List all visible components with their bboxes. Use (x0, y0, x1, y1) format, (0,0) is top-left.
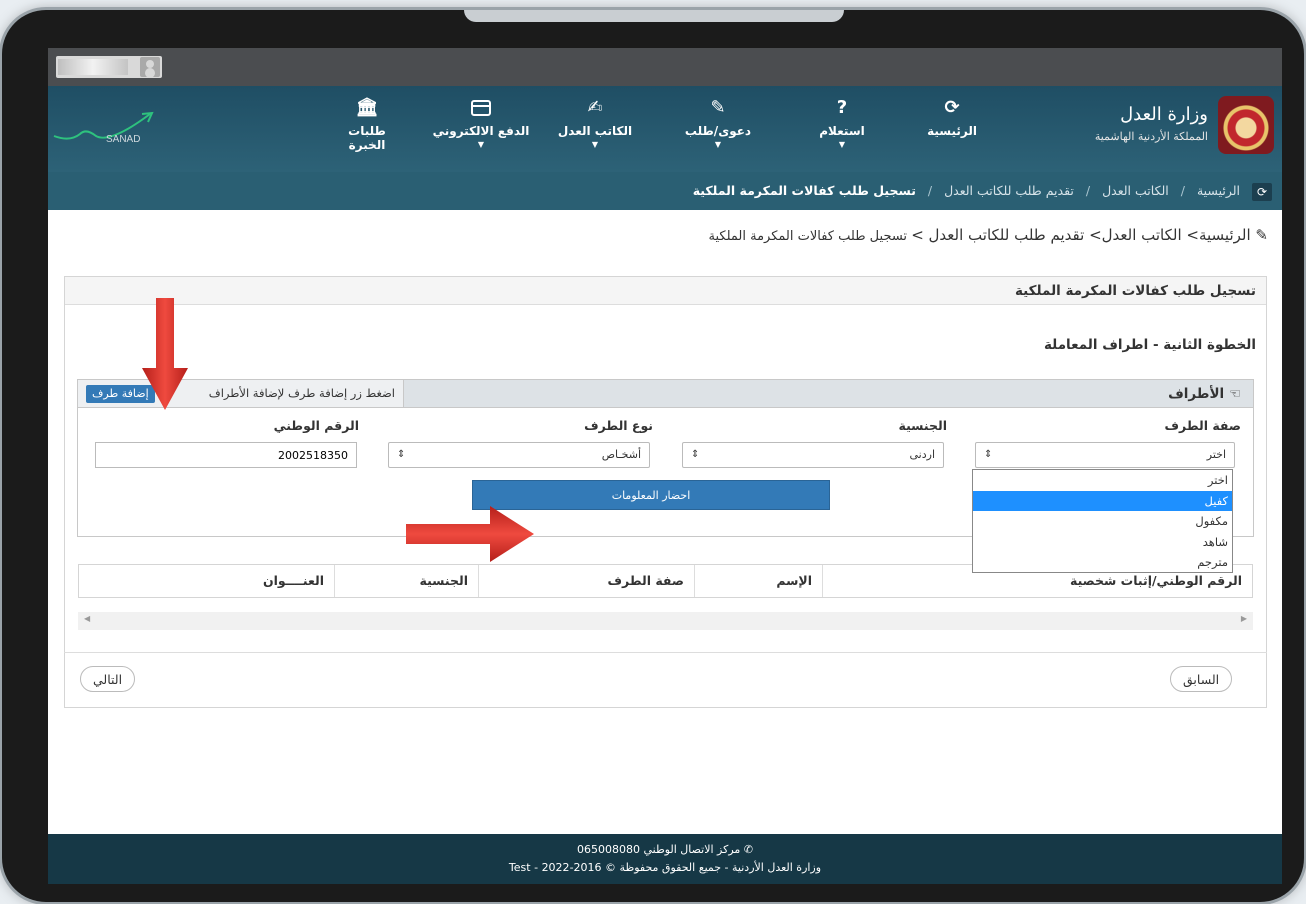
sanad-logo-icon (53, 111, 154, 140)
nav-item-home[interactable]: ⟳ الرئيسية (914, 96, 990, 162)
phone-icon: ✆ (740, 843, 754, 856)
national-id-label: الرقم الوطني (273, 418, 359, 433)
sort-arrows-icon: ⇕ (691, 449, 700, 460)
national-id-input[interactable] (95, 442, 357, 468)
browser-screen: SANAD 🏛 طلبات الخبرة الدفع الالكتروني ▼ … (48, 48, 1282, 884)
step-title: الخطوة الثانية - اطراف المعاملة (1044, 337, 1256, 353)
nav-label: الكاتب العدل (557, 124, 633, 138)
copyright-line: وزارة العدل الأردنية - جميع الحقوق محفوظ… (508, 861, 822, 874)
pencil-icon: ✎ (710, 97, 726, 118)
nav-label: الدفع الالكتروني (432, 124, 530, 138)
nav-label: استعلام (819, 124, 865, 138)
breadcrumb-item[interactable]: تقديم طلب للكاتب العدل (944, 183, 1074, 198)
role-option[interactable]: مترجم (973, 552, 1232, 573)
sanad-logo[interactable]: SANAD (50, 106, 160, 154)
main-nav: SANAD 🏛 طلبات الخبرة الدفع الالكتروني ▼ … (48, 86, 1282, 172)
add-party-hint: اضغط زر إضافة طرف لإضافة الأطراف إضافة ط… (78, 380, 404, 407)
role-select[interactable]: اختر ⇕ (975, 442, 1235, 468)
divider (64, 652, 1267, 653)
hand-pointer-icon: ☜ (1224, 386, 1241, 402)
parties-title: ☜ الأطراف (1168, 386, 1241, 402)
nav-label: الرئيسية (927, 124, 977, 138)
refresh-icon: ⟳ (944, 97, 960, 118)
role-option[interactable]: شاهد (973, 532, 1232, 553)
breadcrumb: ⟳ الرئيسية / الكاتب العدل / تقديم طلب لل… (48, 172, 1282, 210)
nav-item-notary[interactable]: ✍ الكاتب العدل ▼ (552, 96, 638, 162)
blurred-username (58, 59, 128, 75)
sanad-brand-text: SANAD (106, 134, 141, 145)
red-arrow-right-annotation (406, 506, 534, 562)
nav-item-inquiry[interactable]: ? استعلام ▼ (804, 96, 880, 162)
panel-title: تسجيل طلب كفالات المكرمة الملكية (65, 277, 1266, 305)
sort-arrows-icon: ⇕ (397, 449, 406, 460)
refresh-icon[interactable]: ⟳ (1252, 182, 1272, 201)
page-path: ✎ الرئيسية> الكاتب العدل> تقديم طلب للكا… (708, 226, 1268, 244)
chevron-down-icon: ▼ (591, 140, 599, 149)
role-option-highlighted[interactable]: كفيل (973, 490, 1232, 512)
role-option[interactable]: مكفول (973, 511, 1232, 532)
scroll-right-icon[interactable]: ▶ (1241, 614, 1247, 623)
user-account-box[interactable] (56, 56, 162, 78)
column-header[interactable]: العنــــوان (78, 565, 334, 597)
red-arrow-down-annotation (142, 298, 188, 410)
contact-line: ✆ مركز الاتصال الوطني 065008080 (576, 843, 754, 856)
credit-card-icon (426, 96, 536, 120)
chevron-down-icon: ▼ (838, 140, 846, 149)
crest-icon (1218, 96, 1274, 154)
edit-icon: ✎ (1250, 226, 1268, 244)
nav-item-epayment[interactable]: الدفع الالكتروني ▼ (426, 96, 536, 162)
parties-header: ☜ الأطراف اضغط زر إضافة طرف لإضافة الأطر… (78, 380, 1253, 408)
nav-item-expertise[interactable]: 🏛 طلبات الخبرة (330, 96, 404, 162)
role-dropdown-list: اختر كفيل مكفول شاهد مترجم (972, 469, 1233, 573)
ministry-logo[interactable]: وزارة العدل المملكة الأردنية الهاشمية (1078, 96, 1274, 158)
horizontal-scrollbar[interactable]: ◀ ▶ (78, 612, 1253, 630)
edit-icon: ✍ (587, 97, 603, 118)
party-type-select[interactable]: أشخـاص ⇕ (388, 442, 650, 468)
nav-item-lawsuit[interactable]: ✎ دعوى/طلب ▼ (678, 96, 758, 162)
scroll-left-icon[interactable]: ◀ (84, 614, 90, 623)
chevron-down-icon: ▼ (714, 140, 722, 149)
footer: ✆ مركز الاتصال الوطني 065008080 وزارة ال… (48, 834, 1282, 884)
column-header[interactable]: الإسم (694, 565, 822, 597)
nationality-label: الجنسية (898, 418, 948, 433)
nationality-select[interactable]: اردنى ⇕ (682, 442, 944, 468)
previous-button[interactable]: السابق (1170, 666, 1233, 692)
sort-arrows-icon: ⇕ (984, 449, 993, 460)
chevron-down-icon: ▼ (477, 140, 485, 149)
avatar (140, 57, 160, 77)
user-bar (48, 48, 1282, 86)
nav-label: طلبات الخبرة (348, 124, 386, 152)
device-notch (464, 10, 844, 22)
role-label: صفة الطرف (1164, 418, 1241, 433)
party-type-label: نوع الطرف (584, 418, 653, 433)
bank-icon: 🏛 (355, 97, 379, 118)
breadcrumb-current: تسجيل طلب كفالات المكرمة الملكية (692, 183, 916, 198)
logo-title: وزارة العدل (1120, 104, 1208, 125)
device-frame: SANAD 🏛 طلبات الخبرة الدفع الالكتروني ▼ … (2, 10, 1304, 902)
nav-label: دعوى/طلب (684, 124, 752, 138)
breadcrumb-item[interactable]: الكاتب العدل (1102, 183, 1169, 198)
next-button[interactable]: التالي (80, 666, 136, 692)
column-header[interactable]: صفة الطرف (478, 565, 694, 597)
role-option[interactable]: اختر (973, 470, 1232, 491)
column-header[interactable]: الجنسية (334, 565, 478, 597)
question-icon: ? (836, 97, 848, 118)
logo-subtitle: المملكة الأردنية الهاشمية (1094, 130, 1208, 143)
breadcrumb-item[interactable]: الرئيسية (1197, 183, 1240, 198)
